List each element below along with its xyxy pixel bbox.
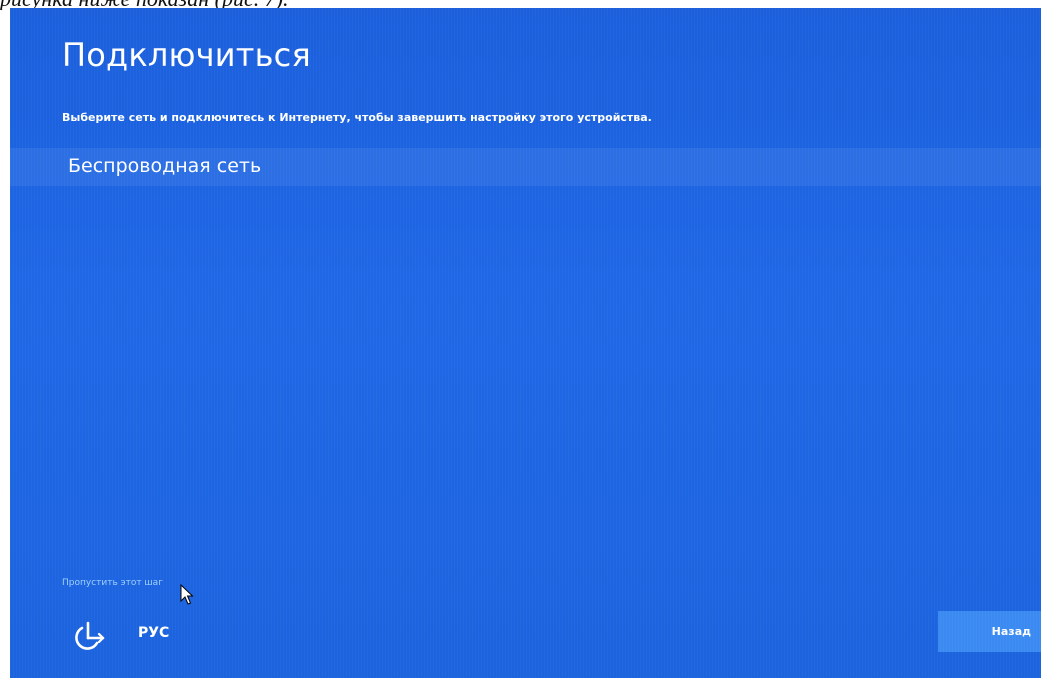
mouse-cursor-icon — [180, 584, 194, 605]
page-title: Подключиться — [62, 36, 311, 74]
skip-step-link[interactable]: Пропустить этот шаг — [62, 578, 163, 588]
ease-of-access-icon[interactable] — [72, 618, 106, 652]
network-section-label: Беспроводная сеть — [68, 155, 262, 177]
page-subtitle: Выберите сеть и подключитесь к Интернету… — [62, 111, 652, 124]
language-indicator[interactable]: РУС — [138, 625, 169, 641]
page: рисунка ниже показан (рис. 7). Подключит… — [0, 0, 1041, 685]
setup-screen: Подключиться Выберите сеть и подключитес… — [10, 8, 1041, 678]
back-button[interactable]: Назад — [938, 611, 1041, 652]
